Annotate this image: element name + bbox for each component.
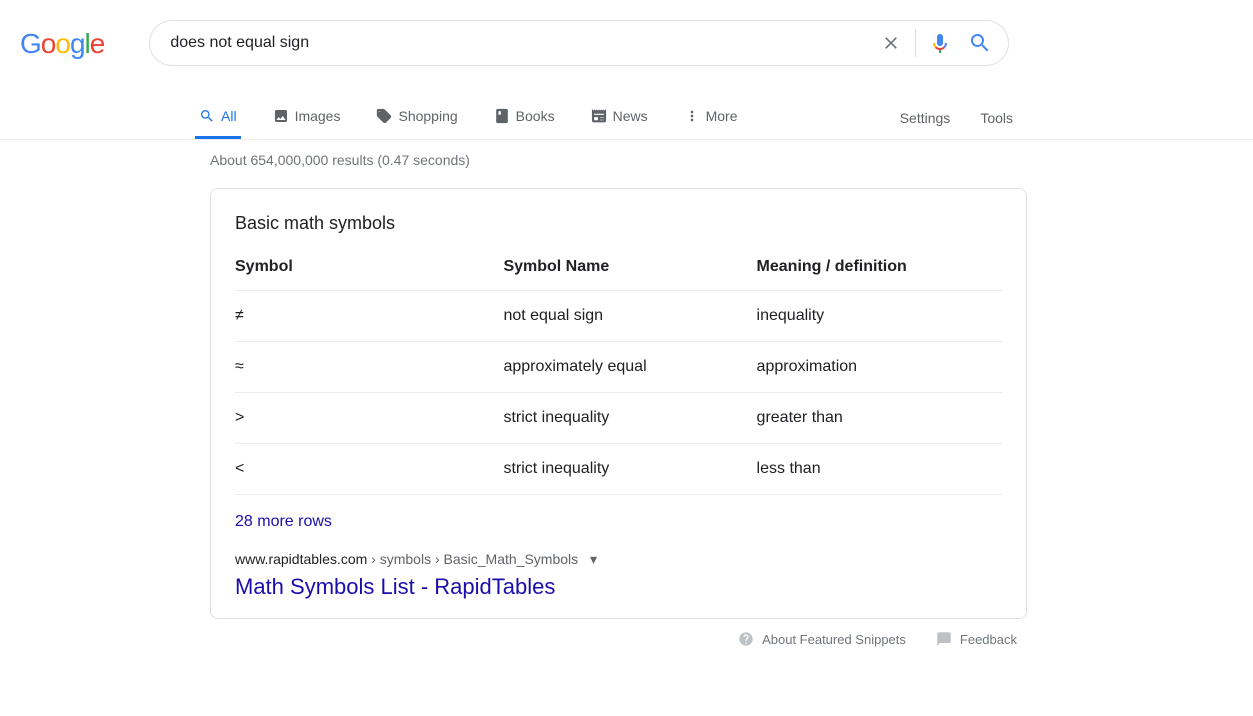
- clear-icon[interactable]: [871, 23, 911, 63]
- table-row: ≈ approximately equal approximation: [235, 342, 1002, 393]
- tab-shopping[interactable]: Shopping: [372, 94, 461, 139]
- search-icon[interactable]: [960, 23, 1000, 63]
- tab-books-label: Books: [516, 108, 555, 124]
- result-cite: www.rapidtables.com › symbols › Basic_Ma…: [235, 551, 1002, 568]
- table-row: ≠ not equal sign inequality: [235, 291, 1002, 342]
- tab-news-label: News: [613, 108, 648, 124]
- tab-all[interactable]: All: [195, 94, 241, 139]
- cite-dropdown-icon[interactable]: ▾: [590, 551, 597, 568]
- table-row: < strict inequality less than: [235, 444, 1002, 495]
- news-icon: [591, 108, 607, 124]
- table-header: Symbol Name: [503, 258, 756, 291]
- feedback-icon: [936, 631, 952, 647]
- featured-snippet: Basic math symbols Symbol Symbol Name Me…: [210, 188, 1027, 619]
- tab-images-label: Images: [295, 108, 341, 124]
- tab-books[interactable]: Books: [490, 94, 559, 139]
- tab-more-label: More: [706, 108, 738, 124]
- tab-all-label: All: [221, 108, 237, 124]
- tools-link[interactable]: Tools: [980, 96, 1013, 138]
- voice-search-icon[interactable]: [920, 23, 960, 63]
- more-rows-link[interactable]: 28 more rows: [235, 513, 1002, 531]
- table-header: Symbol: [235, 258, 503, 291]
- tag-icon: [376, 108, 392, 124]
- snippet-table: Symbol Symbol Name Meaning / definition …: [235, 258, 1002, 495]
- result-title-link[interactable]: Math Symbols List - RapidTables: [235, 574, 1002, 600]
- table-row: > strict inequality greater than: [235, 393, 1002, 444]
- book-icon: [494, 108, 510, 124]
- feedback-link[interactable]: Feedback: [936, 631, 1017, 647]
- settings-link[interactable]: Settings: [900, 96, 951, 138]
- search-input[interactable]: [170, 34, 871, 52]
- more-dots-icon: [684, 108, 700, 124]
- search-small-icon: [199, 108, 215, 124]
- google-logo[interactable]: Google: [20, 28, 104, 60]
- image-icon: [273, 108, 289, 124]
- table-header: Meaning / definition: [757, 258, 1002, 291]
- result-stats: About 654,000,000 results (0.47 seconds): [210, 152, 1030, 168]
- help-icon: [738, 631, 754, 647]
- tab-images[interactable]: Images: [269, 94, 345, 139]
- tab-more[interactable]: More: [680, 94, 742, 139]
- search-box: [149, 20, 1009, 66]
- snippet-heading: Basic math symbols: [235, 213, 1002, 234]
- tab-shopping-label: Shopping: [398, 108, 457, 124]
- about-snippets-link[interactable]: About Featured Snippets: [738, 631, 906, 647]
- tab-news[interactable]: News: [587, 94, 652, 139]
